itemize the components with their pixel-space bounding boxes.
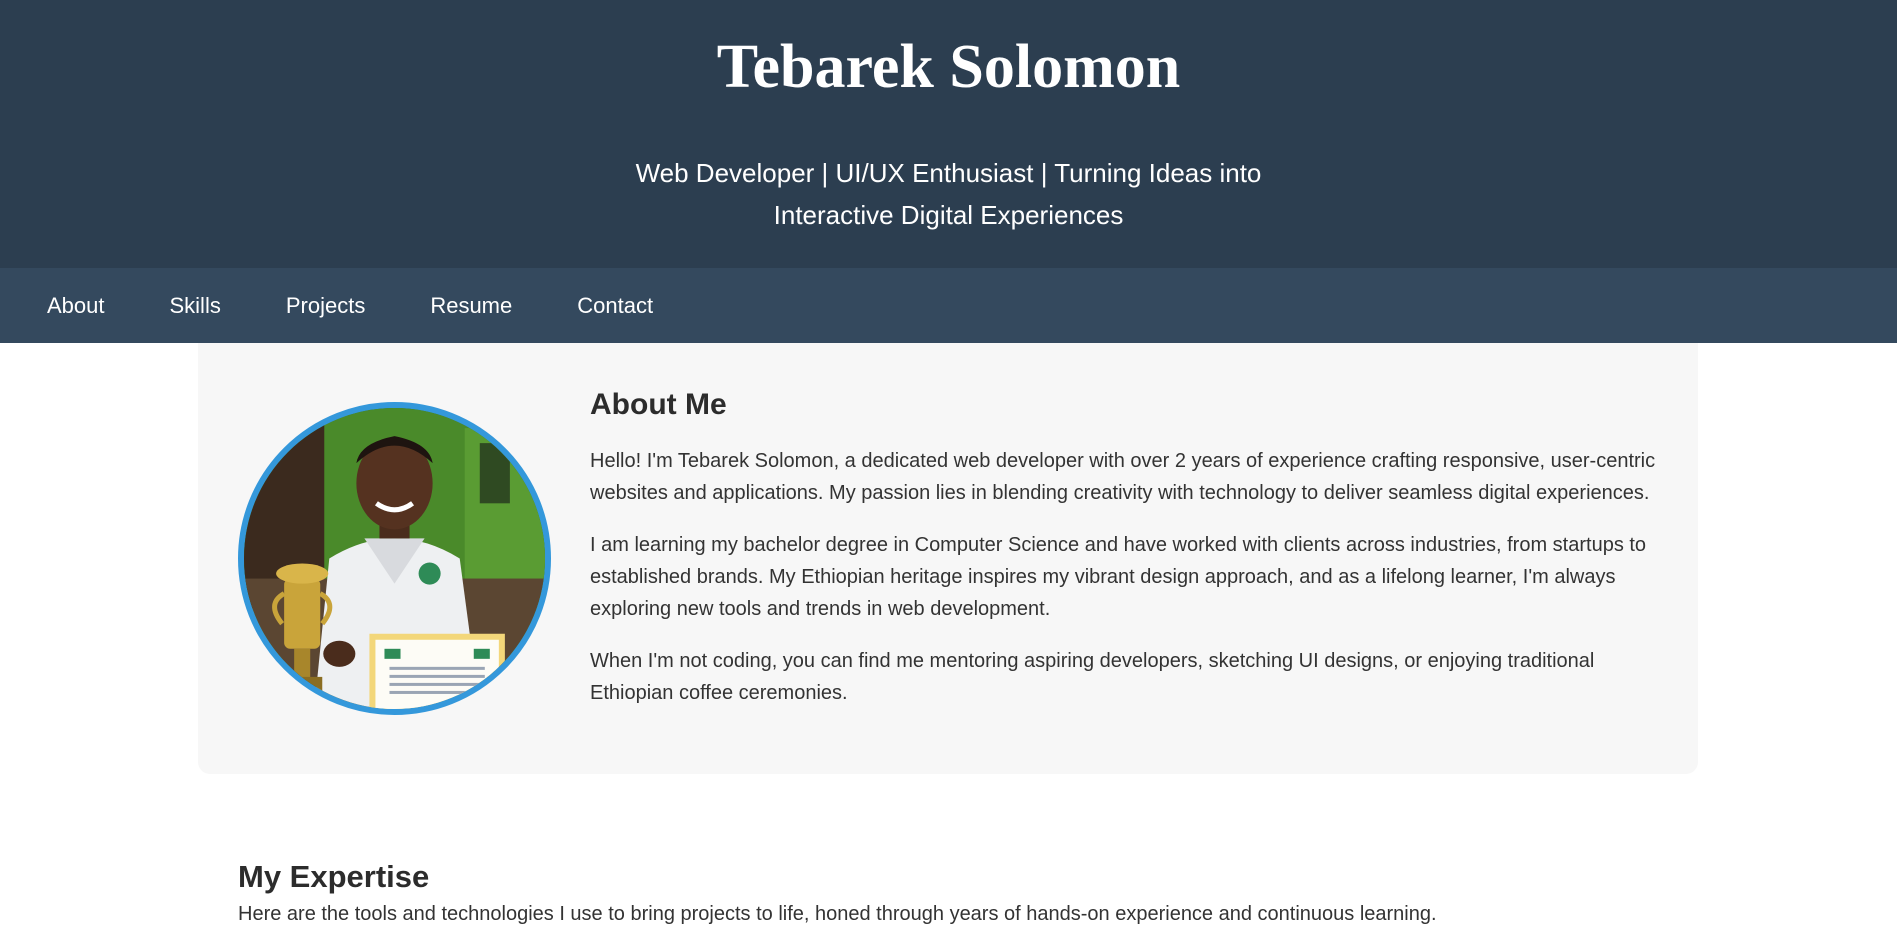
site-title: Tebarek Solomon <box>716 33 1181 101</box>
nav-link-skills[interactable]: Skills <box>170 293 221 319</box>
about-paragraph: I am learning my bachelor degree in Comp… <box>590 534 1647 620</box>
about-text: About Me Hello! I'm Tebarek Solomon, a d… <box>590 387 1665 729</box>
about-paragraph: When I'm not coding, you can find me men… <box>590 650 1595 704</box>
nav-link-resume[interactable]: Resume <box>430 293 512 319</box>
site-tagline: Web Developer | UI/UX Enthusiast | Turni… <box>635 158 1262 230</box>
about-section: About Me Hello! I'm Tebarek Solomon, a d… <box>198 343 1698 774</box>
about-paragraph: Hello! I'm Tebarek Solomon, a dedicated … <box>590 450 1656 504</box>
about-heading: About Me <box>590 388 727 421</box>
site-header: Tebarek Solomon Web Developer | UI/UX En… <box>0 0 1897 268</box>
expertise-section: My Expertise Here are the tools and tech… <box>238 858 1738 928</box>
nav-link-contact[interactable]: Contact <box>577 293 653 319</box>
nav-link-about[interactable]: About <box>47 293 105 319</box>
expertise-heading: My Expertise <box>238 859 430 894</box>
expertise-intro: Here are the tools and technologies I us… <box>238 903 1437 925</box>
nav-link-projects[interactable]: Projects <box>286 293 365 319</box>
profile-photo-illustration <box>244 408 545 709</box>
profile-photo <box>238 402 551 715</box>
main-nav: About Skills Projects Resume Contact <box>0 268 1897 343</box>
